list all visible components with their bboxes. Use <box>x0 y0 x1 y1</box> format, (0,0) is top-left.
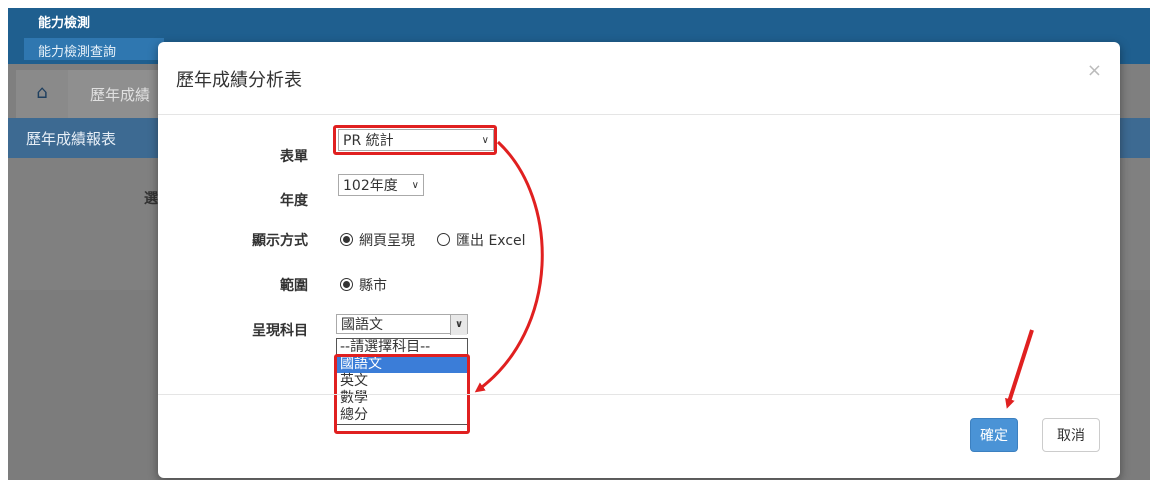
arrow-to-confirm-annotation <box>1005 329 1034 409</box>
curved-arrow-annotation <box>474 140 544 393</box>
annotation-layer <box>474 140 1034 409</box>
